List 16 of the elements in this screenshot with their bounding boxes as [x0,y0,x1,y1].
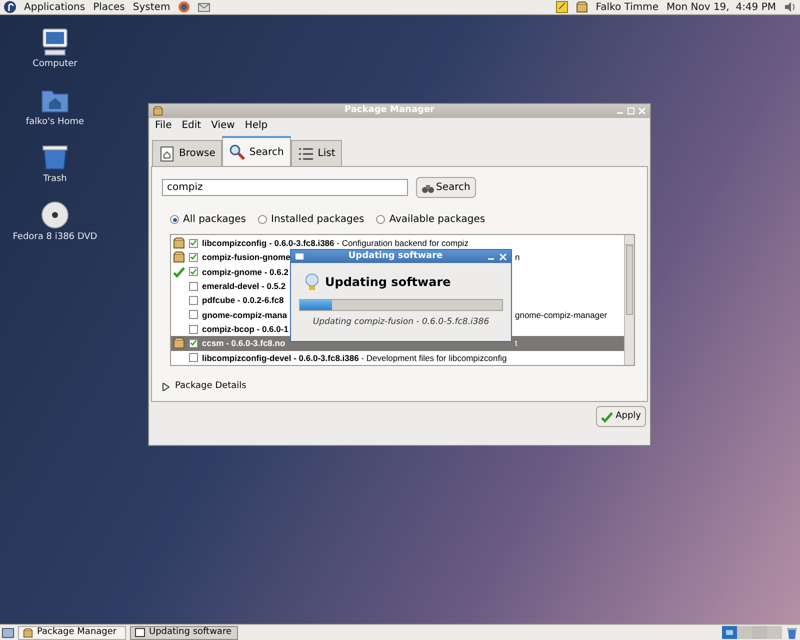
package-description: gnome-compiz-manager [515,308,608,321]
package-name: libcompizconfig - 0.6.0-3.fc8.i386 - Configuration backend for compiz [202,237,468,250]
package-description: t [515,337,518,350]
package-name: ccsm - 0.6.0-3.fc8.no [202,337,286,350]
package-name: compiz-bcop - 0.6.0-1 [202,323,288,336]
package-name: compiz-fusion-gnome [202,251,290,264]
dialog-title: Updating software [347,250,444,263]
package-name: gnome-compiz-mana [202,308,288,321]
dialog-heading: Updating software [325,274,451,291]
package-name: emerald-devel - 0.5.2 [202,280,286,292]
window-title: Package Manager [344,104,436,118]
package-name: pdfcube - 0.0.2-6.fc8 [202,294,284,306]
package-description: n [515,251,520,264]
progress-caption: Updating compiz-fusion - 0.6.0-5.fc8.i386 [312,316,490,329]
package-name: compiz-gnome - 0.6.2 [202,266,288,278]
package-name: libcompizconfig-devel - 0.6.0-3.fc8.i386 - Development files for libcompizconfig [202,352,507,364]
